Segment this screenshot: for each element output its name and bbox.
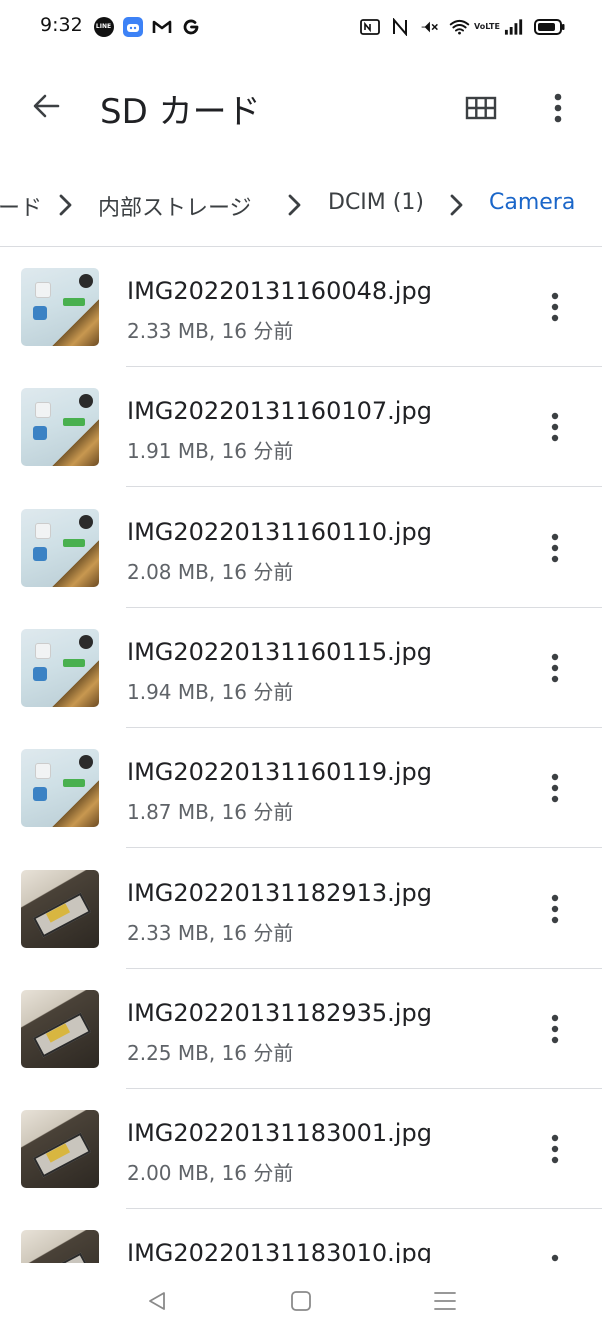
- file-row[interactable]: IMG20220131160107.jpg 1.91 MB, 16 分前: [0, 367, 602, 488]
- file-thumbnail: [21, 869, 99, 948]
- line-icon-text: LINE: [93, 16, 114, 37]
- overflow-menu-button[interactable]: [538, 86, 578, 130]
- breadcrumb-item-sd-card[interactable]: ード: [0, 190, 42, 222]
- volte-text: VoLTE: [474, 21, 500, 31]
- google-icon: [180, 16, 201, 37]
- more-vert-icon: [551, 413, 559, 442]
- file-row[interactable]: IMG20220131160115.jpg 1.94 MB, 16 分前: [0, 608, 602, 728]
- chevron-right-icon: [59, 194, 72, 216]
- status-bar: 9:32 LINE VoLTE: [0, 0, 602, 54]
- file-row[interactable]: IMG20220131160110.jpg 2.08 MB, 16 分前: [0, 488, 602, 608]
- file-row[interactable]: IMG20220131183001.jpg 2.00 MB, 16 分前: [0, 1089, 602, 1210]
- file-meta: 2.25 MB, 16 分前: [127, 1040, 294, 1065]
- file-row[interactable]: IMG20220131160119.jpg 1.87 MB, 16 分前: [0, 728, 602, 849]
- navigation-bar: [0, 1263, 602, 1337]
- line-icon: LINE: [93, 16, 114, 37]
- nav-recents-button[interactable]: [425, 1281, 465, 1321]
- file-meta: 1.91 MB, 16 分前: [127, 439, 294, 464]
- gmail-icon: [151, 16, 172, 37]
- grid-view-icon: [465, 96, 497, 120]
- more-vert-icon: [551, 1255, 559, 1262]
- more-vert-icon: [554, 93, 562, 123]
- file-more-button[interactable]: [536, 889, 574, 929]
- file-thumbnail: [21, 628, 99, 707]
- file-list: IMG20220131160048.jpg 2.33 MB, 16 分前 IMG20…: [0, 247, 602, 1263]
- file-name: IMG20220131160107.jpg: [127, 397, 432, 426]
- n-icon: [389, 16, 410, 37]
- vibrate-icon: [419, 16, 440, 37]
- file-name: IMG20220131182913.jpg: [127, 878, 432, 907]
- back-button[interactable]: [26, 86, 66, 126]
- file-name: IMG20220131183010.jpg: [127, 1239, 432, 1263]
- file-meta: 2.33 MB, 16 分前: [127, 920, 294, 945]
- chevron-right-icon: [450, 194, 463, 216]
- square-home-icon: [291, 1291, 311, 1311]
- file-more-button[interactable]: [536, 1129, 574, 1169]
- page-title: SD カード: [100, 92, 261, 132]
- file-more-button[interactable]: [536, 407, 574, 447]
- battery-icon: [534, 16, 566, 37]
- file-thumbnail: [21, 268, 99, 346]
- file-thumbnail: [21, 1110, 99, 1189]
- file-more-button[interactable]: [536, 1009, 574, 1049]
- notification-icons: LINE: [93, 16, 201, 37]
- app-icon: [122, 16, 143, 37]
- wifi-icon: [449, 16, 470, 37]
- file-thumbnail: [21, 508, 99, 587]
- file-row[interactable]: IMG20220131183010.jpg: [0, 1209, 602, 1263]
- more-vert-icon: [551, 292, 559, 322]
- file-thumbnail: [21, 749, 99, 828]
- file-row[interactable]: IMG20220131160048.jpg 2.33 MB, 16 分前: [0, 247, 602, 367]
- file-meta: 1.94 MB, 16 分前: [127, 679, 294, 704]
- chevron-right-icon: [288, 194, 301, 216]
- more-vert-icon: [551, 653, 559, 683]
- more-vert-icon: [551, 773, 559, 803]
- arrow-back-icon: [33, 94, 60, 118]
- file-name: IMG20220131183001.jpg: [127, 1119, 432, 1148]
- triangle-back-icon: [149, 1292, 165, 1310]
- file-meta: 2.08 MB, 16 分前: [127, 559, 294, 584]
- app-bar: SD カード: [0, 60, 602, 154]
- more-vert-icon: [551, 1134, 559, 1164]
- file-name: IMG20220131160048.jpg: [127, 277, 432, 305]
- menu-recents-icon: [434, 1292, 456, 1310]
- file-row[interactable]: IMG20220131182935.jpg 2.25 MB, 16 分前: [0, 969, 602, 1089]
- nav-back-button[interactable]: [137, 1281, 177, 1321]
- file-more-button[interactable]: [536, 528, 574, 568]
- breadcrumb-item-dcim[interactable]: DCIM (1): [328, 190, 424, 215]
- file-more-button[interactable]: [536, 648, 574, 688]
- file-more-button[interactable]: [536, 287, 574, 327]
- grid-view-button[interactable]: [460, 88, 502, 128]
- breadcrumb: ード 内部ストレージ DCIM (1) Camera: [0, 176, 602, 236]
- file-more-button[interactable]: [536, 1249, 574, 1263]
- file-meta: 2.33 MB, 16 分前: [127, 319, 294, 343]
- more-vert-icon: [551, 1014, 559, 1043]
- signal-icon: [504, 16, 525, 37]
- file-name: IMG20220131160115.jpg: [127, 637, 432, 666]
- file-meta: 1.87 MB, 16 分前: [127, 800, 294, 825]
- nfc-icon: [359, 16, 380, 37]
- file-name: IMG20220131160119.jpg: [127, 758, 432, 787]
- more-vert-icon: [551, 894, 559, 923]
- breadcrumb-item-internal-storage[interactable]: 内部ストレージ: [98, 190, 252, 222]
- file-thumbnail: [21, 1230, 99, 1263]
- more-vert-icon: [551, 533, 559, 562]
- volte-icon: VoLTE: [474, 16, 500, 37]
- file-thumbnail: [21, 989, 99, 1068]
- nav-home-button[interactable]: [281, 1281, 321, 1321]
- system-icons: VoLTE: [359, 16, 566, 37]
- file-more-button[interactable]: [536, 768, 574, 808]
- status-time: 9:32: [40, 14, 83, 36]
- breadcrumb-item-camera[interactable]: Camera: [489, 190, 575, 215]
- file-row[interactable]: IMG20220131182913.jpg 2.33 MB, 16 分前: [0, 849, 602, 969]
- file-meta: 2.00 MB, 16 分前: [127, 1161, 294, 1186]
- file-name: IMG20220131182935.jpg: [127, 998, 432, 1027]
- file-thumbnail: [21, 388, 99, 467]
- file-name: IMG20220131160110.jpg: [127, 517, 432, 546]
